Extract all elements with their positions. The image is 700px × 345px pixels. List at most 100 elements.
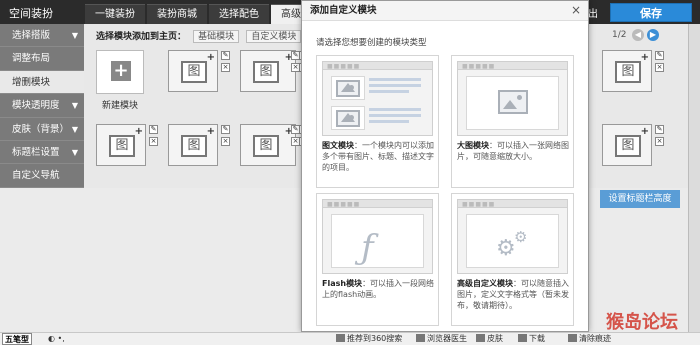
flash-icon: ƒ	[361, 228, 374, 268]
chevron-down-icon: ▼	[71, 147, 78, 157]
card-preview: ■■■■■	[322, 61, 433, 136]
gear-icon: ⚙	[514, 228, 528, 246]
card-name: 大图模块	[457, 141, 489, 150]
image-icon	[336, 80, 360, 97]
plus-icon: +	[134, 126, 143, 137]
edit-icon[interactable]: ✎	[221, 51, 230, 60]
image-placeholder-icon: 图	[109, 135, 135, 157]
new-module-button[interactable]: +	[96, 50, 144, 94]
chip-basic-modules[interactable]: 基础模块	[193, 30, 240, 43]
watermark-logo: 猴岛论坛	[606, 311, 678, 333]
add-custom-module-dialog: 添加自定义模块 × 请选择您想要创建的模块类型 ■■■■■ 图文模块：一个模块内…	[301, 0, 589, 332]
sidebar-item-label: 选择搭版	[12, 30, 51, 41]
next-page-icon[interactable]: ▶	[647, 29, 659, 41]
plus-icon: +	[111, 61, 131, 81]
edit-icon[interactable]: ✎	[221, 125, 230, 134]
sidebar: 选择搭版 ▼ 调整布局 增删模块 模块透明度 ▼ 皮肤（背景） ▼ 标题栏设置 ▼ 自定…	[0, 24, 84, 188]
close-icon[interactable]: ×	[221, 63, 230, 72]
crumb-label: 选择模块添加到主页：	[96, 32, 187, 42]
sidebar-item-adjust-layout[interactable]: 调整布局	[0, 47, 84, 71]
sidebar-item-label: 自定义导航	[12, 170, 60, 182]
status-item-search[interactable]: 推荐到360搜索	[336, 333, 402, 345]
trash-icon	[568, 334, 577, 342]
sidebar-item-label: 调整布局	[12, 53, 51, 65]
close-icon[interactable]: ×	[291, 63, 300, 72]
chevron-down-icon: ▼	[71, 101, 78, 111]
status-item-skin[interactable]: 皮肤	[476, 333, 503, 345]
set-title-height-button[interactable]: 设置标题栏高度	[600, 190, 680, 208]
ime-tools-icon[interactable]: ◐ •,	[48, 333, 65, 345]
card-image-text-module[interactable]: ■■■■■ 图文模块：一个模块内可以添加多个带有图片、标题、描述文字的项目。	[316, 55, 439, 188]
camera-icon	[416, 334, 425, 342]
tab-mall[interactable]: 装扮商城	[147, 4, 207, 24]
module-tile[interactable]: 图+	[602, 50, 652, 92]
sidebar-item-skin[interactable]: 皮肤（背景） ▼	[0, 118, 84, 141]
card-preview: ■■■■■	[457, 61, 568, 136]
sidebar-item-label: 皮肤（背景）	[12, 123, 70, 135]
module-tile[interactable]: 图+	[602, 124, 652, 166]
status-item-download[interactable]: 下载	[518, 333, 545, 345]
card-flash-module[interactable]: ■■■■■ ƒ Flash模块：可以插入一段网络上的flash动画。	[316, 193, 439, 326]
chip-custom-modules[interactable]: 自定义模块	[246, 30, 302, 43]
tab-one-click[interactable]: 一键装扮	[85, 4, 145, 24]
module-tile[interactable]: 图+	[168, 124, 218, 166]
chevron-down-icon: ▼	[71, 31, 78, 40]
card-name: 高级自定义模块	[457, 279, 513, 288]
card-advanced-custom-module[interactable]: ■■■■■ ⚙ ⚙ 高级自定义模块：可以随意插入图片，定义文字格式等（暂未发布，…	[451, 193, 574, 326]
close-icon[interactable]: ×	[571, 3, 581, 17]
image-placeholder-icon: 图	[615, 61, 641, 83]
image-placeholder-icon: 图	[181, 135, 207, 157]
card-name: 图文模块	[322, 141, 354, 150]
prev-page-icon[interactable]: ◀	[632, 29, 644, 41]
sidebar-item-title-bar[interactable]: 标题栏设置 ▼	[0, 141, 84, 165]
card-preview: ■■■■■ ƒ	[322, 199, 433, 274]
image-placeholder-icon: 图	[615, 135, 641, 157]
svg-text:猴岛论坛: 猴岛论坛	[606, 311, 678, 333]
close-icon[interactable]: ×	[655, 137, 664, 146]
sidebar-item-module-opacity[interactable]: 模块透明度 ▼	[0, 94, 84, 118]
thumb-up-icon	[336, 334, 345, 342]
edit-icon[interactable]: ✎	[291, 51, 300, 60]
status-item-doctor[interactable]: 浏览器医生	[416, 333, 467, 345]
sidebar-item-custom-nav[interactable]: 自定义导航	[0, 164, 84, 188]
new-module-label: 新建模块	[101, 101, 138, 111]
card-preview: ■■■■■ ⚙ ⚙	[457, 199, 568, 274]
edit-icon[interactable]: ✎	[291, 125, 300, 134]
close-icon[interactable]: ×	[221, 137, 230, 146]
chevron-down-icon: ▼	[71, 124, 78, 134]
exit-button-partial[interactable]: 出	[588, 5, 598, 20]
image-placeholder-icon: 图	[181, 61, 207, 83]
breadcrumb: 选择模块添加到主页： 基础模块 自定义模块	[96, 29, 302, 43]
dialog-intro: 请选择您想要创建的模块类型	[316, 38, 427, 48]
plus-icon: +	[206, 126, 215, 137]
card-name: Flash模块	[322, 279, 363, 288]
module-tile[interactable]: 图+	[168, 50, 218, 92]
edit-icon[interactable]: ✎	[655, 51, 664, 60]
edit-icon[interactable]: ✎	[149, 125, 158, 134]
dialog-title: 添加自定义模块	[302, 1, 588, 21]
edit-icon[interactable]: ✎	[655, 125, 664, 134]
app-title: 空间装扮	[9, 7, 53, 20]
status-item-clear[interactable]: 清除痕迹	[568, 333, 611, 345]
module-tile[interactable]: 图+	[96, 124, 146, 166]
page-indicator: 1/2	[612, 30, 627, 40]
module-tile[interactable]: 图+	[240, 50, 296, 92]
sidebar-item-add-remove-modules[interactable]: 增删模块	[0, 70, 84, 95]
close-icon[interactable]: ×	[149, 137, 158, 146]
card-large-image-module[interactable]: ■■■■■ 大图模块：可以插入一张网络图片，可随意缩放大小。	[451, 55, 574, 188]
sidebar-item-layout-template[interactable]: 选择搭版 ▼	[0, 24, 84, 48]
ime-indicator[interactable]: 五笔型	[2, 333, 32, 345]
browser-status-bar: 五笔型 ◐ •, 推荐到360搜索 浏览器医生 皮肤 下载 清除痕迹	[0, 332, 700, 345]
sidebar-item-label: 标题栏设置	[12, 146, 60, 158]
module-tile[interactable]: 图+	[240, 124, 296, 166]
tab-color[interactable]: 选择配色	[209, 4, 269, 24]
image-placeholder-icon: 图	[253, 135, 279, 157]
save-button[interactable]: 保存	[610, 3, 692, 22]
close-icon[interactable]: ×	[291, 137, 300, 146]
image-icon	[336, 110, 360, 127]
plus-icon: +	[206, 52, 215, 63]
shirt-icon	[476, 334, 485, 342]
close-icon[interactable]: ×	[655, 63, 664, 72]
scrollbar[interactable]	[688, 24, 700, 332]
download-icon	[518, 334, 527, 342]
